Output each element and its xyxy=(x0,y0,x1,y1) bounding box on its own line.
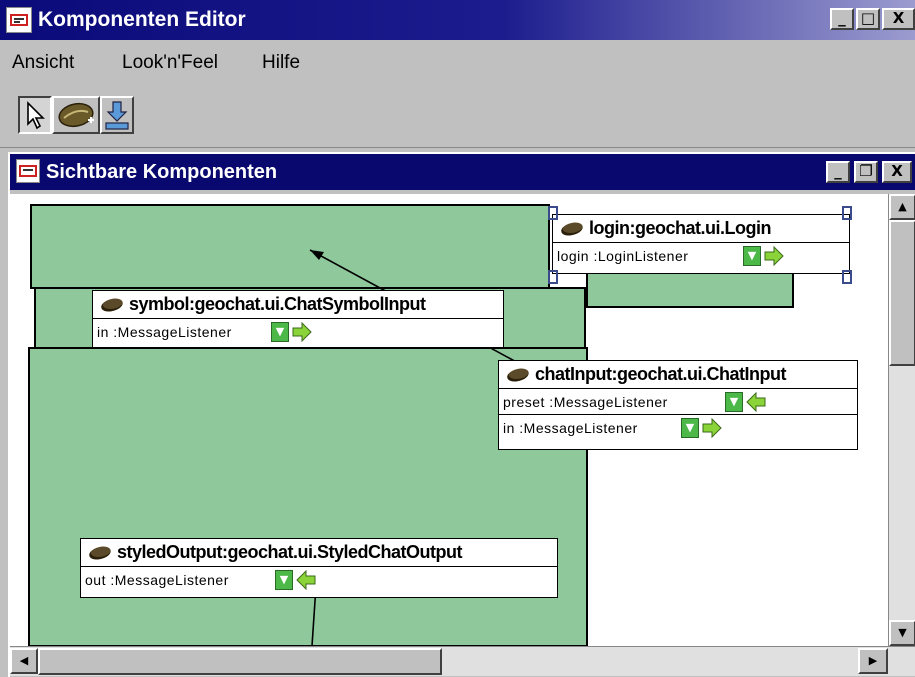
arrow-pointer-icon xyxy=(27,101,45,130)
port-row[interactable]: in :MessageListener ▼ xyxy=(499,415,857,441)
menu-look-and-feel[interactable]: Look'n'Feel xyxy=(122,52,218,74)
minimize-button[interactable]: _ xyxy=(830,8,854,30)
login-component[interactable]: login:geochat.ui.Login login :LoginListe… xyxy=(552,214,850,274)
arrow-left-icon[interactable] xyxy=(295,570,317,590)
bean-icon xyxy=(505,366,531,384)
import-tool-button[interactable] xyxy=(100,96,134,134)
port-label: in :MessageListener xyxy=(97,324,232,340)
menu-ansicht[interactable]: Ansicht xyxy=(12,52,74,74)
port-dropdown-icon[interactable]: ▼ xyxy=(681,418,699,438)
resize-handle[interactable] xyxy=(842,206,852,220)
bean-icon xyxy=(99,296,125,314)
port-row[interactable]: preset :MessageListener ▼ xyxy=(499,389,857,415)
bean-icon xyxy=(559,220,585,238)
port-dropdown-icon[interactable]: ▼ xyxy=(725,392,743,412)
vertical-scroll-thumb[interactable] xyxy=(889,220,915,366)
menu-hilfe[interactable]: Hilfe xyxy=(262,52,300,74)
internal-frame: Sichtbare Komponenten _ ❐ X login:geocha… xyxy=(8,152,915,677)
frame-minimize-button[interactable]: _ xyxy=(826,161,850,183)
resize-handle[interactable] xyxy=(548,206,558,220)
frame-icon xyxy=(16,159,40,183)
resize-handle[interactable] xyxy=(842,270,852,284)
app-icon xyxy=(6,7,32,33)
vertical-scrollbar[interactable]: ▲ ▼ xyxy=(888,194,915,646)
bean-icon xyxy=(87,544,113,562)
component-header[interactable]: styledOutput:geochat.ui.StyledChatOutput xyxy=(81,539,557,567)
component-header[interactable]: login:geochat.ui.Login xyxy=(553,215,849,243)
port-row[interactable]: login :LoginListener ▼ xyxy=(553,243,849,269)
window-title: Komponenten Editor xyxy=(38,8,246,31)
scroll-up-button[interactable]: ▲ xyxy=(889,194,915,220)
arrow-right-icon[interactable] xyxy=(291,322,313,342)
port-row[interactable]: out :MessageListener ▼ xyxy=(81,567,557,593)
bean-tool-button[interactable] xyxy=(52,96,100,134)
component-header[interactable]: symbol:geochat.ui.ChatSymbolInput xyxy=(93,291,503,319)
port-label: in :MessageListener xyxy=(503,420,638,436)
bean-icon xyxy=(58,102,94,128)
scroll-down-button[interactable]: ▼ xyxy=(889,620,915,646)
menu-bar: Ansicht Look'n'Feel Hilfe xyxy=(0,40,915,88)
port-label: login :LoginListener xyxy=(557,248,689,264)
port-label: out :MessageListener xyxy=(85,572,229,588)
window-title-bar[interactable]: Komponenten Editor _ □ X xyxy=(0,0,915,40)
component-name: login:geochat.ui.Login xyxy=(589,218,771,238)
horizontal-scroll-thumb[interactable] xyxy=(38,648,442,675)
component-canvas[interactable]: login:geochat.ui.Login login :LoginListe… xyxy=(10,194,888,646)
close-button[interactable]: X xyxy=(882,8,915,30)
internal-frame-title: Sichtbare Komponenten xyxy=(46,161,278,183)
symbol-component[interactable]: symbol:geochat.ui.ChatSymbolInput in :Me… xyxy=(92,290,504,348)
select-tool-button[interactable] xyxy=(18,96,52,134)
port-label: preset :MessageListener xyxy=(503,394,668,410)
arrow-left-icon[interactable] xyxy=(745,392,767,412)
download-icon xyxy=(105,101,129,130)
component-header[interactable]: chatInput:geochat.ui.ChatInput xyxy=(499,361,857,389)
scroll-right-button[interactable]: ▶ xyxy=(858,648,888,674)
resize-handle[interactable] xyxy=(548,270,558,284)
horizontal-scrollbar[interactable]: ◀ ▶ xyxy=(10,646,915,676)
component-name: chatInput:geochat.ui.ChatInput xyxy=(535,364,786,384)
toolbar xyxy=(0,88,915,148)
scroll-left-button[interactable]: ◀ xyxy=(10,648,38,674)
frame-restore-button[interactable]: ❐ xyxy=(854,161,878,183)
component-name: styledOutput:geochat.ui.StyledChatOutput xyxy=(117,542,463,562)
arrow-right-icon[interactable] xyxy=(763,246,785,266)
styledoutput-component[interactable]: styledOutput:geochat.ui.StyledChatOutput… xyxy=(80,538,558,598)
chatinput-component[interactable]: chatInput:geochat.ui.ChatInput preset :M… xyxy=(498,360,858,450)
frame-close-button[interactable]: X xyxy=(882,161,912,183)
port-dropdown-icon[interactable]: ▼ xyxy=(271,322,289,342)
port-dropdown-icon[interactable]: ▼ xyxy=(743,246,761,266)
arrow-right-icon[interactable] xyxy=(701,418,723,438)
port-row[interactable]: in :MessageListener ▼ xyxy=(93,319,503,345)
internal-frame-title-bar[interactable]: Sichtbare Komponenten _ ❐ X xyxy=(10,154,915,190)
component-name: symbol:geochat.ui.ChatSymbolInput xyxy=(129,294,426,314)
port-dropdown-icon[interactable]: ▼ xyxy=(275,570,293,590)
maximize-button[interactable]: □ xyxy=(856,8,880,30)
